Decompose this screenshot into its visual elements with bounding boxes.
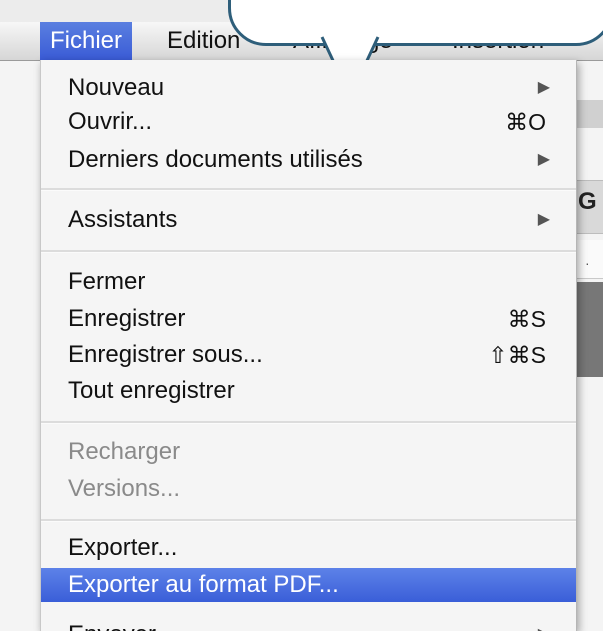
menu-item-ouvrir[interactable]: Ouvrir... ⌘O <box>41 105 576 139</box>
partial-toolbar-letter: G <box>578 188 597 215</box>
menu-item-fermer[interactable]: Fermer <box>41 265 576 299</box>
submenu-arrow-icon: ▶ <box>537 211 550 228</box>
menu-item-label: Tout enregistrer <box>68 377 235 404</box>
callout-bubble <box>228 0 603 46</box>
shortcut-label: ⇧⌘S <box>488 342 546 368</box>
menu-item-label: Fermer <box>68 268 146 295</box>
screen: G · Fichier Edition Affichage Insertion … <box>0 0 603 631</box>
menu-item-label: Enregistrer <box>68 305 186 332</box>
menu-item-exporter-pdf[interactable]: Exporter au format PDF... <box>41 568 576 602</box>
menu-separator <box>41 188 576 191</box>
menu-item-envoyer-clip: Envoyer ▶ <box>41 608 576 631</box>
menu-separator <box>41 519 576 522</box>
menu-item-versions: Versions... <box>41 472 576 506</box>
menu-item-label: Ouvrir... <box>68 108 153 135</box>
ruler-mark: · <box>585 255 590 271</box>
menu-item-label: Versions... <box>68 475 181 502</box>
menu-item-derniers-documents[interactable]: Derniers documents utilisés ▶ <box>41 143 576 177</box>
menu-separator <box>41 421 576 424</box>
menu-item-label: Assistants <box>68 206 178 233</box>
fichier-dropdown-menu: Nouveau ▶ Ouvrir... ⌘O Derniers document… <box>40 60 577 631</box>
menu-item-label: Exporter au format PDF... <box>68 571 339 598</box>
menu-item-enregistrer-sous[interactable]: Enregistrer sous... ⇧⌘S <box>41 338 576 372</box>
menu-item-assistants[interactable]: Assistants ▶ <box>41 203 576 237</box>
menu-item-exporter[interactable]: Exporter... <box>41 531 576 565</box>
menu-item-label: Nouveau <box>68 74 165 101</box>
submenu-arrow-icon: ▶ <box>538 618 550 631</box>
document-edge-glimpse <box>575 282 603 377</box>
menu-item-label: Envoyer <box>68 618 156 631</box>
menu-item-envoyer[interactable]: Envoyer ▶ <box>41 608 576 631</box>
menu-item-label: Exporter... <box>68 534 178 561</box>
shortcut-label: ⌘O <box>505 109 546 135</box>
submenu-arrow-icon: ▶ <box>537 79 550 96</box>
toolbar-glimpse <box>575 100 603 128</box>
menu-fichier[interactable]: Fichier <box>40 22 133 60</box>
menu-item-tout-enregistrer[interactable]: Tout enregistrer <box>41 374 576 408</box>
shortcut-label: ⌘S <box>507 306 546 332</box>
menu-item-enregistrer[interactable]: Enregistrer ⌘S <box>41 302 576 336</box>
menu-item-label: Enregistrer sous... <box>68 341 263 368</box>
menu-item-recharger: Recharger <box>41 435 576 469</box>
menu-item-label: Recharger <box>68 438 181 465</box>
menu-item-nouveau[interactable]: Nouveau ▶ <box>41 71 576 105</box>
menu-separator <box>41 250 576 253</box>
menu-item-label: Derniers documents utilisés <box>68 146 363 173</box>
submenu-arrow-icon: ▶ <box>537 151 550 168</box>
